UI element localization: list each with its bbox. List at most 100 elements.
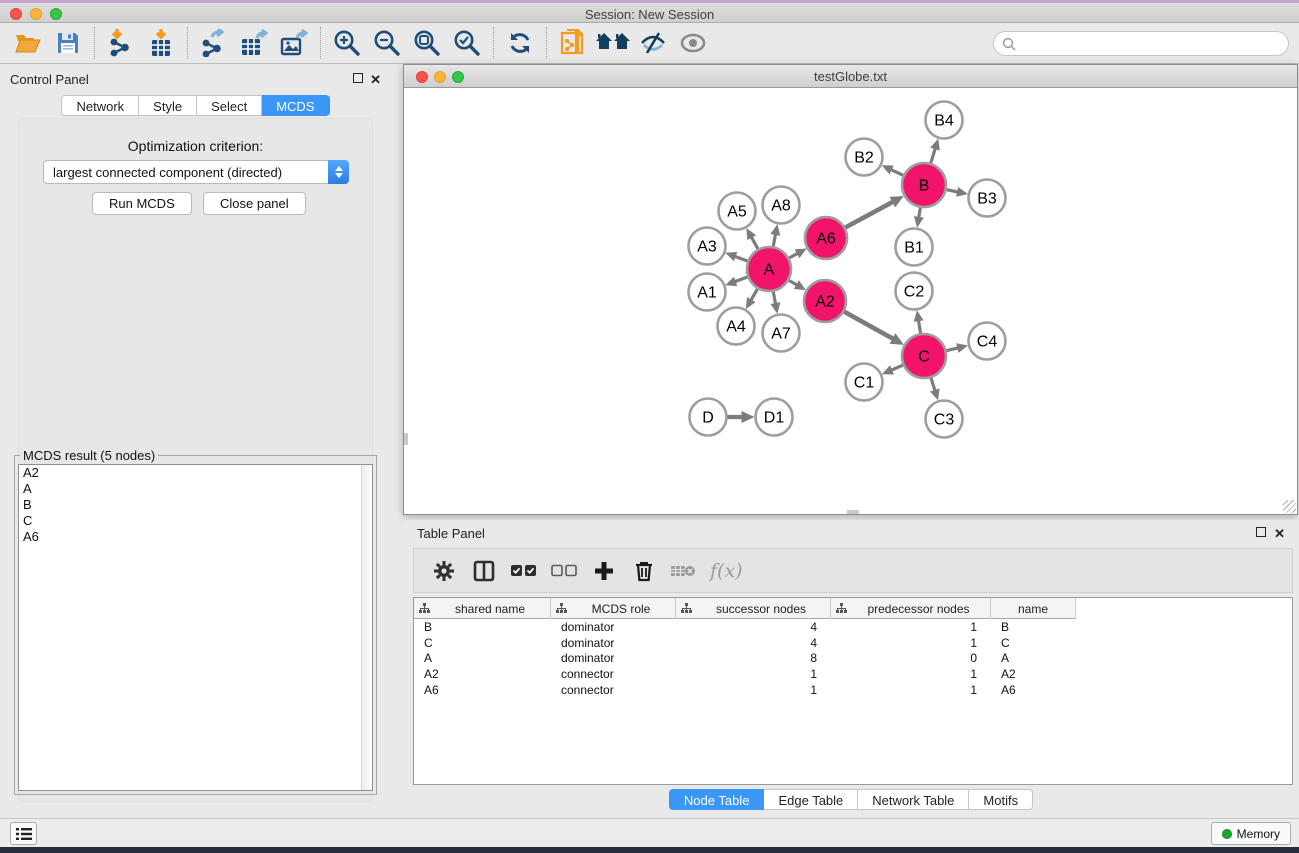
arrowhead-icon: [956, 187, 968, 197]
mcds-result-item[interactable]: A2: [19, 465, 372, 481]
column-header-shared-name[interactable]: shared name: [414, 598, 551, 619]
close-table-panel-icon[interactable]: ✕: [1274, 526, 1285, 542]
deselect-all-icon[interactable]: [546, 553, 582, 589]
edge-C-C4[interactable]: [946, 348, 957, 351]
table-row[interactable]: Bdominator41B: [414, 620, 1076, 636]
table-row[interactable]: A2connector11A2: [414, 667, 1076, 683]
edge-A-A4[interactable]: [751, 289, 757, 300]
save-session-icon[interactable]: [48, 26, 88, 60]
function-builder-icon[interactable]: f(x): [710, 560, 743, 582]
select-stepper-icon: [328, 160, 349, 184]
node-label-A3: A3: [697, 239, 717, 256]
import-network-icon[interactable]: [101, 26, 141, 60]
edge-C-C3[interactable]: [931, 378, 935, 390]
zoom-out-icon[interactable]: [367, 26, 407, 60]
gear-icon[interactable]: [426, 553, 462, 589]
edge-A-A7[interactable]: [773, 292, 775, 303]
tab-edge-table[interactable]: Edge Table: [764, 789, 858, 810]
table-row[interactable]: A6connector11A6: [414, 683, 1076, 699]
network-canvas[interactable]: B4B2BB3A5A8A6A3B1AA1C2A2A4A7C4CC1DD1C3: [404, 88, 1297, 514]
main-toolbar: [0, 23, 1299, 64]
zoom-in-icon[interactable]: [327, 26, 367, 60]
node-label-B2: B2: [854, 150, 874, 167]
edge-B-B4[interactable]: [931, 149, 935, 163]
edge-A-A3[interactable]: [736, 257, 748, 261]
table-body: Bdominator41BCdominator41CAdominator80AA…: [414, 620, 1076, 698]
scrollbar[interactable]: [404, 433, 408, 445]
edge-A2-C[interactable]: [844, 312, 892, 339]
main-titlebar: Session: New Session: [0, 3, 1299, 23]
run-mcds-button[interactable]: Run MCDS: [92, 192, 192, 215]
arrowhead-icon: [914, 216, 924, 228]
network-graph[interactable]: B4B2BB3A5A8A6A3B1AA1C2A2A4A7C4CC1DD1C3: [404, 88, 1297, 514]
column-icon[interactable]: [466, 553, 502, 589]
table-row[interactable]: Adominator80A: [414, 651, 1076, 667]
search-input[interactable]: [993, 31, 1289, 56]
tab-network-table[interactable]: Network Table: [858, 789, 969, 810]
hide-panel-icon[interactable]: [633, 26, 673, 60]
import-table-icon[interactable]: [141, 26, 181, 60]
edge-B-B2[interactable]: [892, 170, 904, 175]
table-row[interactable]: Cdominator41C: [414, 636, 1076, 652]
tab-motifs[interactable]: Motifs: [969, 789, 1033, 810]
edge-A-A6[interactable]: [789, 254, 797, 258]
zoom-fit-icon[interactable]: [407, 26, 447, 60]
scrollbar[interactable]: [361, 465, 372, 790]
task-history-button[interactable]: [10, 822, 37, 845]
column-header-successor-nodes[interactable]: successor nodes: [676, 598, 831, 619]
edge-B-B1[interactable]: [919, 208, 920, 217]
tab-network[interactable]: Network: [61, 95, 139, 116]
select-all-icon[interactable]: [506, 553, 542, 589]
open-file-icon[interactable]: [8, 26, 48, 60]
tree-icon: [419, 603, 430, 614]
float-panel-icon[interactable]: [353, 72, 363, 86]
refresh-icon[interactable]: [500, 26, 540, 60]
edge-A-A1[interactable]: [736, 277, 748, 281]
mcds-result-item[interactable]: A6: [19, 529, 372, 545]
mcds-result-item[interactable]: B: [19, 497, 372, 513]
float-table-panel-icon[interactable]: [1256, 526, 1266, 540]
delete-table-icon[interactable]: [666, 553, 702, 589]
clone-network-icon[interactable]: [553, 26, 593, 60]
tab-mcds[interactable]: MCDS: [262, 95, 329, 116]
export-table-icon[interactable]: [234, 26, 274, 60]
edge-C-C1[interactable]: [892, 365, 903, 370]
edge-C-C2[interactable]: [919, 321, 921, 333]
mcds-result-list[interactable]: A2ABCA6: [18, 464, 373, 791]
scrollbar[interactable]: [847, 510, 859, 514]
mcds-result-item[interactable]: A: [19, 481, 372, 497]
export-network-icon[interactable]: [194, 26, 234, 60]
tab-style[interactable]: Style: [139, 95, 197, 116]
arrowhead-icon: [725, 277, 737, 286]
add-icon[interactable]: [586, 553, 622, 589]
close-panel-icon[interactable]: ✕: [370, 72, 381, 88]
home-icon[interactable]: [593, 26, 633, 60]
network-titlebar[interactable]: testGlobe.txt: [404, 65, 1297, 88]
optimization-criterion-select[interactable]: largest connected component (directed): [43, 160, 349, 184]
column-header-MCDS-role[interactable]: MCDS role: [551, 598, 676, 619]
edge-A6-B[interactable]: [845, 202, 892, 227]
resize-grip[interactable]: [1283, 500, 1296, 513]
column-header-name[interactable]: name: [991, 598, 1076, 619]
zoom-selected-icon[interactable]: [447, 26, 487, 60]
export-image-icon[interactable]: [274, 26, 314, 60]
memory-button[interactable]: Memory: [1211, 822, 1291, 845]
show-panel-icon[interactable]: [673, 26, 713, 60]
memory-status-icon: [1222, 829, 1232, 839]
edge-A-A2[interactable]: [789, 280, 796, 284]
cell-predecessor-nodes: 0: [831, 651, 991, 667]
tab-node-table[interactable]: Node Table: [669, 789, 765, 810]
cell-predecessor-nodes: 1: [831, 620, 991, 636]
edge-B-B3[interactable]: [947, 190, 958, 192]
search-field[interactable]: [1016, 34, 1288, 54]
column-header-predecessor-nodes[interactable]: predecessor nodes: [831, 598, 991, 619]
close-panel-button[interactable]: Close panel: [203, 192, 306, 215]
tree-icon: [836, 603, 847, 614]
delete-icon[interactable]: [626, 553, 662, 589]
node-table[interactable]: shared nameMCDS rolesuccessor nodesprede…: [413, 597, 1293, 785]
edge-A-A5[interactable]: [752, 238, 758, 249]
mcds-result-item[interactable]: C: [19, 513, 372, 529]
tab-select[interactable]: Select: [197, 95, 262, 116]
edge-A-A8[interactable]: [773, 235, 775, 246]
cell-MCDS-role: dominator: [551, 651, 676, 667]
